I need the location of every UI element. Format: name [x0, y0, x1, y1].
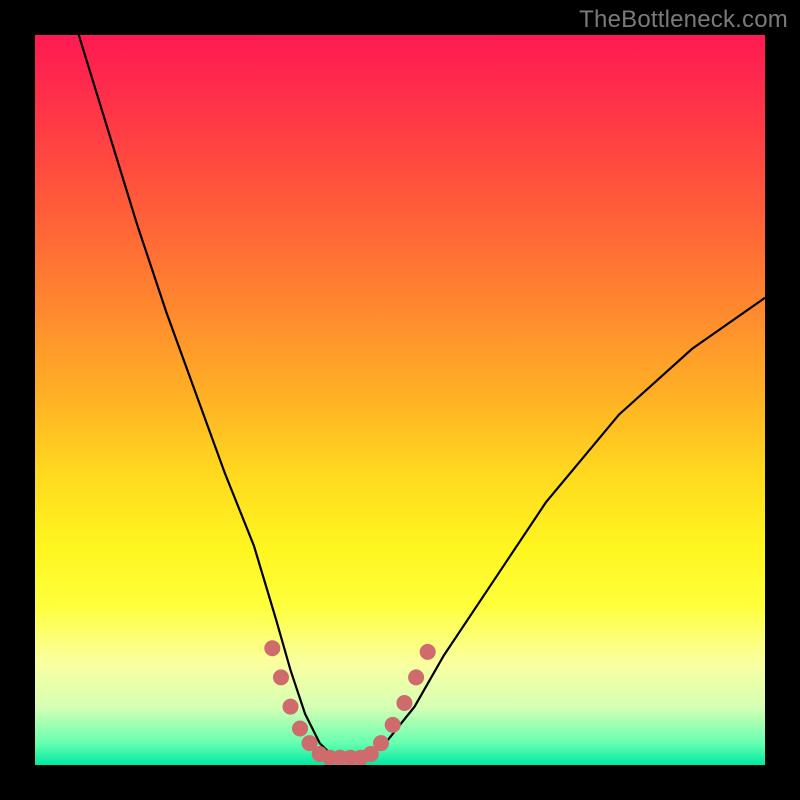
curve-marker	[373, 735, 389, 751]
watermark-text: TheBottleneck.com	[579, 6, 788, 34]
curve-marker	[408, 669, 424, 685]
marker-group	[264, 640, 435, 765]
curve-marker	[292, 721, 308, 737]
chart-outer-frame: TheBottleneck.com	[0, 0, 800, 800]
curve-marker	[420, 644, 436, 660]
plot-svg	[35, 35, 765, 765]
curve-marker	[283, 699, 299, 715]
curve-marker	[264, 640, 280, 656]
plot-area	[35, 35, 765, 765]
curve-marker	[396, 695, 412, 711]
curve-marker	[385, 717, 401, 733]
curve-marker	[273, 669, 289, 685]
